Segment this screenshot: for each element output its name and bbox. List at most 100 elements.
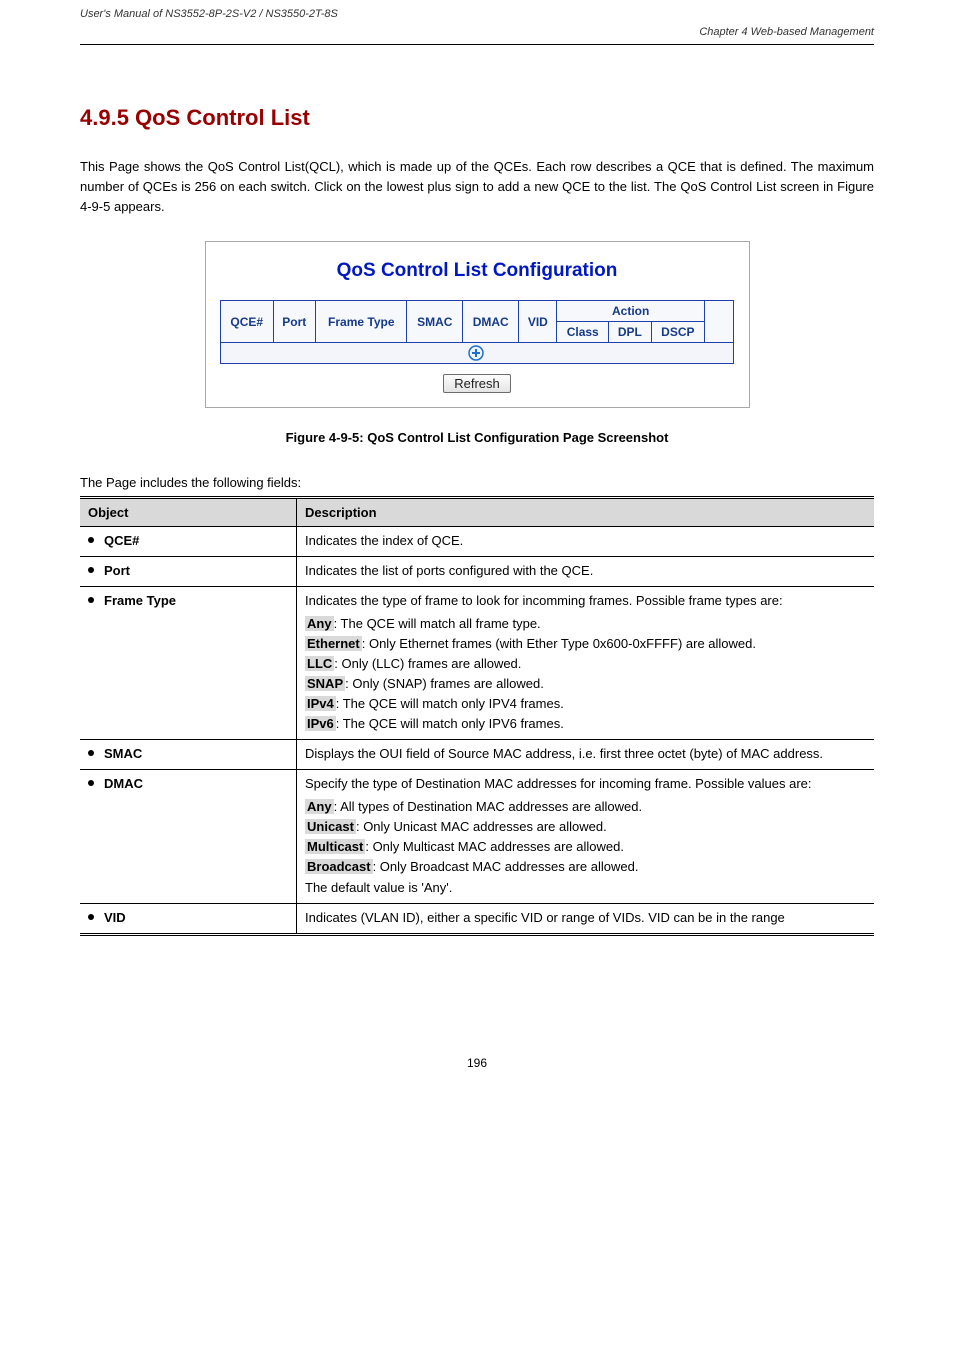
desc-option-rest: : The QCE will match only IPV6 frames. [336, 716, 564, 731]
page: User's Manual of NS3552-8P-2S-V2 / NS355… [0, 0, 954, 1110]
qcl-header-row: QCE# Port Frame Type SMAC DMAC VID Actio… [221, 301, 734, 322]
desc-option-rest: : All types of Destination MAC addresses… [334, 799, 643, 814]
figure-panel: QoS Control List Configuration QCE# Port… [205, 241, 750, 408]
desc-option-line: IPv4: The QCE will match only IPV4 frame… [305, 694, 866, 711]
manual-title: User's Manual of NS3552-8P-2S-V2 / NS355… [80, 8, 338, 20]
qcl-col-dscp: DSCP [651, 322, 704, 343]
desc-option-line: Multicast: Only Multicast MAC addresses … [305, 837, 866, 854]
desc-description-cell: Displays the OUI field of Source MAC add… [297, 740, 875, 770]
desc-head-description: Description [297, 498, 875, 527]
desc-object-cell: Frame Type [80, 587, 297, 740]
add-qce-icon[interactable] [468, 345, 484, 361]
desc-option-rest: : Only (SNAP) frames are allowed. [345, 676, 544, 691]
desc-object-label: VID [104, 910, 126, 925]
desc-option-rest: : Only Broadcast MAC addresses are allow… [373, 859, 639, 874]
qcl-col-frame-type: Frame Type [316, 301, 407, 343]
desc-option-line: Any: All types of Destination MAC addres… [305, 797, 866, 814]
figure-caption-text: QoS Control List Configuration Page Scre… [364, 430, 669, 445]
bullet-icon [88, 597, 94, 603]
desc-description-cell: Indicates the list of ports configured w… [297, 557, 875, 587]
desc-object-label: Frame Type [104, 593, 176, 608]
desc-option-key: Broadcast [305, 859, 373, 874]
qcl-col-dpl: DPL [609, 322, 652, 343]
qcl-col-class: Class [557, 322, 609, 343]
desc-object-cell: QCE# [80, 527, 297, 557]
desc-option-rest: : Only Unicast MAC addresses are allowed… [356, 819, 607, 834]
desc-option-rest: : The QCE will match only IPV4 frames. [336, 696, 564, 711]
desc-option-line: IPv6: The QCE will match only IPV6 frame… [305, 714, 866, 731]
lead-line: The Page includes the following fields: [80, 475, 874, 490]
qcl-col-vid: VID [519, 301, 557, 343]
qcl-add-row [221, 343, 734, 364]
bullet-icon [88, 780, 94, 786]
qcl-col-port: Port [273, 301, 316, 343]
desc-option-key: Multicast [305, 839, 365, 854]
desc-option-key: SNAP [305, 676, 345, 691]
desc-object-cell: SMAC [80, 740, 297, 770]
table-row: QCE# Indicates the index of QCE. [80, 527, 874, 557]
desc-options: Any: The QCE will match all frame type. E… [305, 614, 866, 731]
desc-object-cell: Port [80, 557, 297, 587]
chapter-line: Chapter 4 Web-based Management [0, 26, 954, 38]
table-row: VID Indicates (VLAN ID), either a specifi… [80, 904, 874, 935]
desc-option-line: Broadcast: Only Broadcast MAC addresses … [305, 857, 866, 874]
table-row: DMAC Specify the type of Destination MAC … [80, 770, 874, 904]
qcl-col-dmac: DMAC [463, 301, 519, 343]
refresh-button[interactable]: Refresh [443, 374, 511, 393]
figure-caption: Figure 4-9-5: QoS Control List Configura… [0, 430, 954, 445]
bullet-icon [88, 750, 94, 756]
desc-description-cell: Specify the type of Destination MAC addr… [297, 770, 875, 904]
desc-object-label: QCE# [104, 533, 139, 548]
desc-object-cell: VID [80, 904, 297, 935]
desc-description-cell: Indicates (VLAN ID), either a specific V… [297, 904, 875, 935]
desc-option-key: Any [305, 616, 334, 631]
desc-option-line: Unicast: Only Unicast MAC addresses are … [305, 817, 866, 834]
page-header: User's Manual of NS3552-8P-2S-V2 / NS355… [0, 0, 954, 24]
desc-head-object: Object [80, 498, 297, 527]
desc-description-cell: Indicates the index of QCE. [297, 527, 875, 557]
desc-option-line: Any: The QCE will match all frame type. [305, 614, 866, 631]
header-rule [80, 44, 874, 45]
qcl-col-qce: QCE# [221, 301, 274, 343]
desc-options: Any: All types of Destination MAC addres… [305, 797, 866, 874]
refresh-wrap: Refresh [206, 374, 749, 393]
desc-option-key: LLC [305, 656, 334, 671]
description-table: Object Description QCE# Indicates the ind… [80, 496, 874, 936]
desc-intro-text: Indicates the type of frame to look for … [305, 593, 866, 608]
qcl-col-spacer [705, 301, 734, 343]
bullet-icon [88, 567, 94, 573]
desc-text: Indicates (VLAN ID), either a specific V… [305, 910, 866, 925]
desc-intro-text: Specify the type of Destination MAC addr… [305, 776, 866, 791]
desc-object-label: Port [104, 563, 130, 578]
qcl-col-action-group: Action [557, 301, 705, 322]
desc-object-label: SMAC [104, 746, 142, 761]
desc-option-line: SNAP: Only (SNAP) frames are allowed. [305, 674, 866, 691]
desc-option-key: Any [305, 799, 334, 814]
figure-title: QoS Control List Configuration [206, 260, 749, 282]
desc-option-rest: : Only Multicast MAC addresses are allow… [365, 839, 624, 854]
desc-description-cell: Indicates the type of frame to look for … [297, 587, 875, 740]
desc-option-key: Ethernet [305, 636, 362, 651]
table-row: SMAC Displays the OUI field of Source MAC… [80, 740, 874, 770]
page-footer: 196 [0, 1056, 954, 1070]
desc-option-line: Ethernet: Only Ethernet frames (with Eth… [305, 634, 866, 651]
figure-wrap: QoS Control List Configuration QCE# Port… [0, 241, 954, 408]
desc-text: Indicates the index of QCE. [305, 533, 866, 548]
page-number: 196 [467, 1056, 487, 1070]
desc-option-key: Unicast [305, 819, 356, 834]
desc-option-rest: : Only (LLC) frames are allowed. [334, 656, 521, 671]
table-row: Frame Type Indicates the type of frame to… [80, 587, 874, 740]
desc-text: Indicates the list of ports configured w… [305, 563, 866, 578]
desc-option-rest: : The QCE will match all frame type. [334, 616, 541, 631]
bullet-icon [88, 914, 94, 920]
desc-option-rest: : Only Ethernet frames (with Ether Type … [362, 636, 756, 651]
qcl-col-smac: SMAC [407, 301, 463, 343]
desc-option-key: IPv4 [305, 696, 336, 711]
bullet-icon [88, 537, 94, 543]
section-heading: 4.9.5 QoS Control List [80, 105, 874, 131]
desc-text: Displays the OUI field of Source MAC add… [305, 746, 866, 761]
desc-option-line: LLC: Only (LLC) frames are allowed. [305, 654, 866, 671]
figure-caption-label: Figure 4-9-5: [286, 430, 364, 445]
desc-object-cell: DMAC [80, 770, 297, 904]
chapter-title: Chapter 4 Web-based Management [699, 26, 874, 38]
